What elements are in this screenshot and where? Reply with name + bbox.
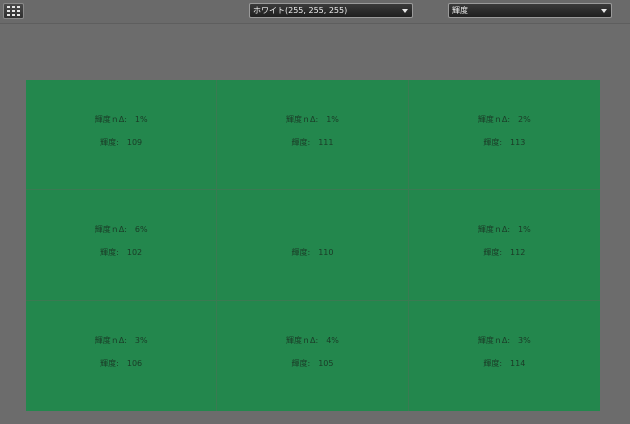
value-line: 輝度: 110 <box>217 247 407 258</box>
delta-label: 輝度ｎΔ: <box>286 335 319 345</box>
value-label: 輝度: <box>291 358 311 368</box>
delta-value: 3% <box>134 335 148 345</box>
luminance-value: 113 <box>510 138 526 147</box>
grid-cell[interactable]: 輝度ｎΔ: 4% 輝度: 105 <box>217 300 409 411</box>
toolbar: ホワイト(255, 255, 255) 輝度 <box>0 0 630 24</box>
luminance-value: 110 <box>318 248 334 258</box>
delta-value: 1% <box>326 115 339 124</box>
value-line: 輝度: 109 <box>26 137 216 148</box>
delta-line: 輝度ｎΔ: 4% <box>217 335 407 346</box>
luminance-value: 106 <box>126 358 143 368</box>
delta-line: 輝度ｎΔ: 3% <box>409 335 600 346</box>
luminance-value: 105 <box>318 358 334 368</box>
luminance-value: 111 <box>318 138 334 147</box>
delta-value: 2% <box>518 115 531 124</box>
grid-cell[interactable]: 輝度ｎΔ: 6% 輝度: 102 <box>26 190 218 301</box>
grid-cell-center[interactable]: 輝度: 110 <box>217 190 409 301</box>
delta-value: 1% <box>518 225 531 235</box>
delta-label: 輝度ｎΔ: <box>94 115 127 124</box>
value-label: 輝度: <box>291 138 311 147</box>
delta-label: 輝度ｎΔ: <box>94 225 127 235</box>
chevron-down-icon <box>402 9 408 13</box>
delta-value: 3% <box>518 335 531 345</box>
value-label: 輝度: <box>100 138 119 147</box>
uniformity-window: ホワイト(255, 255, 255) 輝度 輝度ｎΔ: 1% 輝度: 109 輝度… <box>0 0 630 424</box>
value-line: 輝度: 105 <box>217 358 407 369</box>
delta-label: 輝度ｎΔ: <box>477 225 511 235</box>
color-select[interactable]: ホワイト(255, 255, 255) <box>249 3 413 18</box>
grid-icon <box>7 6 20 16</box>
value-line: 輝度: 111 <box>217 137 407 148</box>
grid-cell[interactable]: 輝度ｎΔ: 1% 輝度: 112 <box>408 190 600 301</box>
value-line: 輝度: 113 <box>409 137 600 148</box>
delta-value: 4% <box>326 335 339 345</box>
delta-label: 輝度ｎΔ: <box>477 115 511 124</box>
mode-select-value: 輝度 <box>452 6 468 15</box>
delta-line: 輝度ｎΔ: 6% <box>26 224 216 235</box>
value-line: 輝度: 106 <box>26 358 216 369</box>
delta-line: 輝度ｎΔ: 2% <box>409 114 600 125</box>
chevron-down-icon <box>601 9 607 13</box>
delta-line: 輝度ｎΔ: 1% <box>409 224 600 235</box>
grid-cell[interactable]: 輝度ｎΔ: 2% 輝度: 113 <box>408 80 600 191</box>
value-label: 輝度: <box>100 248 119 258</box>
mode-select[interactable]: 輝度 <box>448 3 612 18</box>
delta-label: 輝度ｎΔ: <box>94 335 127 345</box>
value-line: 輝度: 112 <box>409 247 600 258</box>
delta-label: 輝度ｎΔ: <box>477 335 511 345</box>
value-label: 輝度: <box>483 358 503 368</box>
color-select-value: ホワイト(255, 255, 255) <box>253 6 348 15</box>
grid-cell[interactable]: 輝度ｎΔ: 3% 輝度: 114 <box>409 301 600 411</box>
delta-label: 輝度ｎΔ: <box>286 115 319 124</box>
delta-line: 輝度ｎΔ: 3% <box>26 335 216 346</box>
value-label: 輝度: <box>483 248 503 258</box>
luminance-value: 114 <box>510 358 526 368</box>
grid-cell[interactable]: 輝度ｎΔ: 1% 輝度: 111 <box>217 80 409 191</box>
delta-value: 6% <box>134 225 148 235</box>
delta-line: 輝度ｎΔ: 1% <box>217 114 407 125</box>
value-line: 輝度: 102 <box>26 247 216 258</box>
grid-cell[interactable]: 輝度ｎΔ: 3% 輝度: 106 <box>26 300 218 411</box>
luminance-value: 102 <box>126 248 143 258</box>
value-label: 輝度: <box>100 358 119 368</box>
value-label: 輝度: <box>291 248 311 258</box>
measurement-grid: 輝度ｎΔ: 1% 輝度: 109 輝度ｎΔ: 1% 輝度: 111 輝度ｎΔ: 2% 輝度… <box>26 80 600 411</box>
delta-value: 1% <box>134 115 148 124</box>
value-line: 輝度: 114 <box>409 358 600 369</box>
luminance-value: 112 <box>510 248 526 258</box>
luminance-value: 109 <box>126 138 143 147</box>
delta-line: 輝度ｎΔ: 1% <box>26 114 216 125</box>
grid-cell[interactable]: 輝度ｎΔ: 1% 輝度: 109 <box>26 80 218 191</box>
grid-view-button[interactable] <box>3 3 24 19</box>
value-label: 輝度: <box>483 138 503 147</box>
